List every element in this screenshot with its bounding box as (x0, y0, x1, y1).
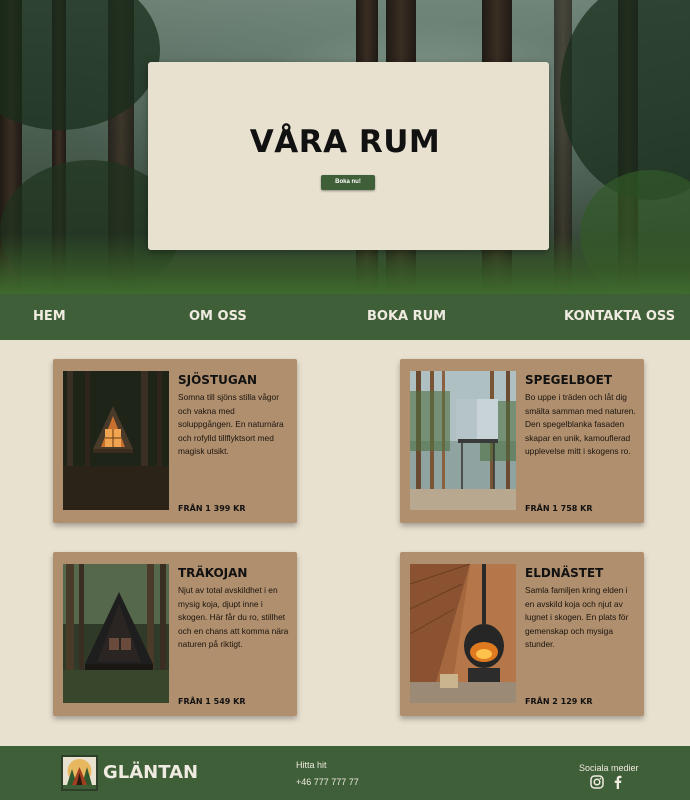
directions-link[interactable]: Hitta hit (296, 760, 327, 770)
brand-name: GLÄNTAN (103, 762, 199, 783)
room-title: ELDNÄSTET (525, 566, 604, 580)
room-description: Bo uppe i träden och låt dig smälta samm… (525, 392, 636, 457)
phone-number[interactable]: +46 777 777 77 (296, 777, 359, 787)
page-title: VÅRA RUM (249, 124, 441, 160)
nav-item-hem[interactable]: HEM (33, 309, 66, 324)
dark-a-frame-cabin-photo (63, 564, 169, 703)
a-frame-cabin-photo (63, 371, 169, 510)
book-now-button[interactable]: Boka nu! (321, 175, 375, 190)
room-price: FRÅN 1 549 KR (178, 697, 246, 706)
hero-bg-foliage (0, 0, 160, 130)
fireplace-interior-photo (410, 564, 516, 703)
room-price: FRÅN 2 129 KR (525, 697, 593, 706)
hero-bg-foliage (560, 0, 690, 200)
facebook-icon[interactable] (610, 774, 626, 790)
instagram-icon[interactable] (589, 774, 605, 790)
nav-item-om-oss[interactable]: OM OSS (189, 309, 247, 324)
room-description: Somna till sjöns stilla vågor och vakna … (178, 392, 284, 457)
room-card-spegelboet[interactable]: SPEGELBOET Bo uppe i träden och låt dig … (400, 359, 644, 523)
room-price: FRÅN 1 758 KR (525, 504, 593, 513)
site-footer: GLÄNTAN Hitta hit +46 777 777 77 Sociala… (0, 746, 690, 800)
room-card-sjostugan[interactable]: SJÖSTUGAN Somna till sjöns stilla vågor … (53, 359, 297, 523)
room-title: SPEGELBOET (525, 373, 613, 387)
nav-item-boka-rum[interactable]: BOKA RUM (367, 309, 446, 324)
social-label: Sociala medier (579, 763, 639, 773)
room-title: TRÄKOJAN (178, 566, 248, 580)
tent-logo-icon[interactable] (61, 755, 98, 791)
room-description: Njut av total avskildhet i en mysig koja… (178, 585, 289, 650)
main-nav: HEM OM OSS BOKA RUM KONTAKTA OSS (0, 294, 690, 340)
room-title: SJÖSTUGAN (178, 373, 258, 387)
room-description: Samla familjen kring elden i en avskild … (525, 585, 629, 650)
hero-section: VÅRA RUM Boka nu! (0, 0, 690, 294)
nav-item-kontakta-oss[interactable]: KONTAKTA OSS (564, 309, 675, 324)
room-card-eldnastet[interactable]: ELDNÄSTET Samla familjen kring elden i e… (400, 552, 644, 716)
mirror-treehouse-photo (410, 371, 516, 510)
room-price: FRÅN 1 399 KR (178, 504, 246, 513)
room-card-trakojan[interactable]: TRÄKOJAN Njut av total avskildhet i en m… (53, 552, 297, 716)
